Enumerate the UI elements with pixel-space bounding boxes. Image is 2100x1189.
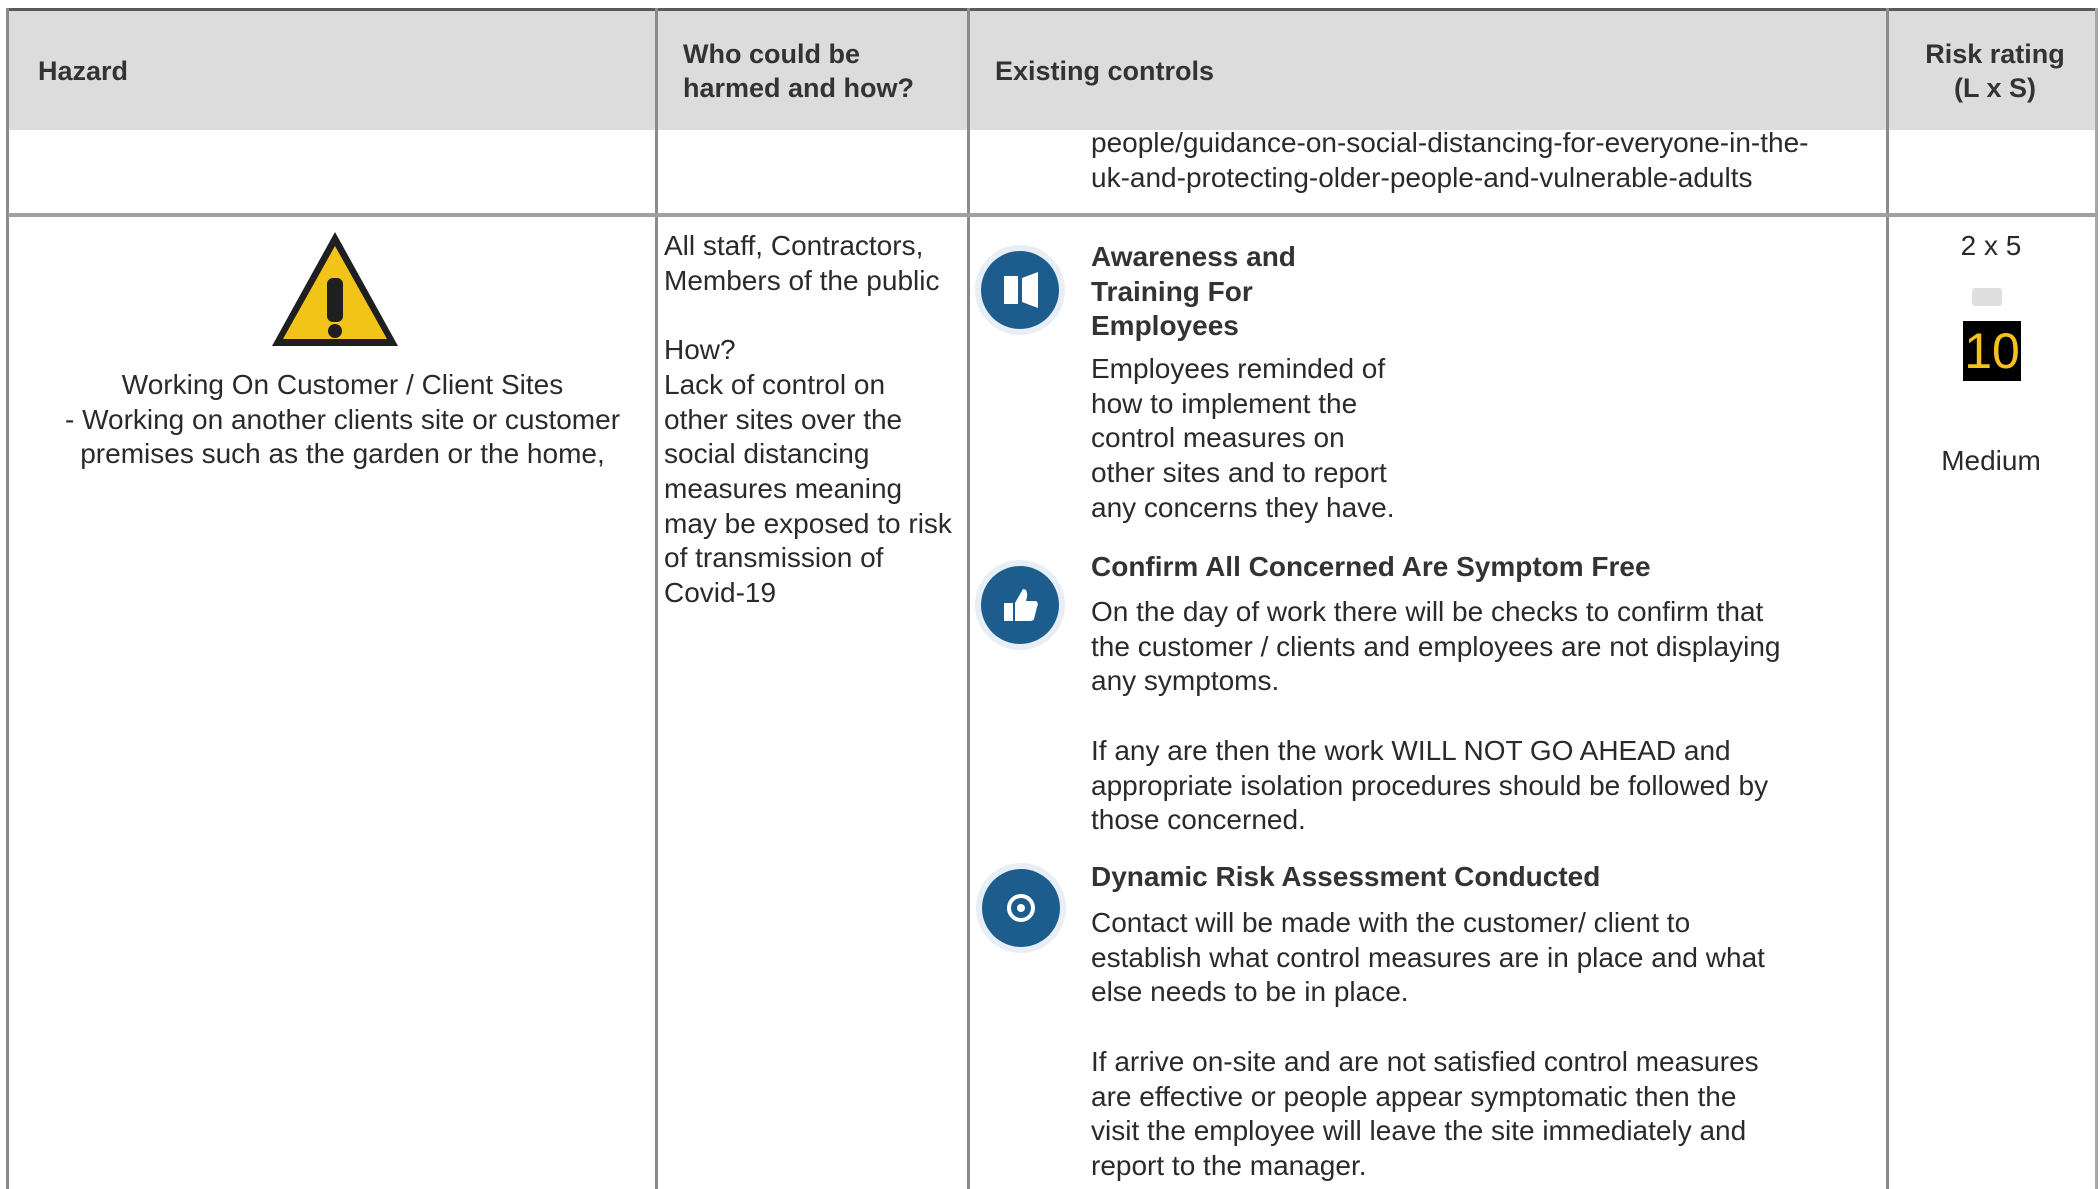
risk-score: 10 (1963, 321, 2021, 381)
hazard-description: Working On Customer / Client Sites - Wor… (64, 369, 621, 470)
assessment-icon (982, 869, 1060, 947)
control-1-title: Awareness and Training For Employees (1091, 241, 1296, 342)
col-divider-2 (967, 8, 970, 1189)
risk-indicator-icon (1972, 288, 2002, 306)
row-divider (8, 213, 2098, 217)
training-icon (981, 251, 1059, 329)
warning-icon (272, 232, 398, 346)
table-header: Hazard Who could be harmed and how? Exis… (8, 8, 2098, 130)
header-hazard: Hazard (38, 55, 129, 86)
control-1-body: Employees reminded of how to implement t… (1091, 353, 1395, 523)
thumbs-up-icon (981, 566, 1059, 644)
header-risk: Risk rating (L x S) (1925, 38, 2065, 103)
col-divider-3 (1886, 8, 1889, 1189)
risk-assessment-page: Hazard Who could be harmed and how? Exis… (0, 0, 2100, 1189)
col-divider-left (6, 8, 9, 1189)
control-3-title: Dynamic Risk Assessment Conducted (1091, 861, 1601, 892)
header-who: Who could be harmed and how? (683, 38, 915, 103)
control-3-body: Contact will be made with the customer/ … (1091, 907, 1765, 1181)
col-divider-right (2095, 8, 2098, 1189)
col-divider-1 (655, 8, 658, 1189)
control-2-body: On the day of work there will be checks … (1091, 596, 1781, 836)
risk-level: Medium (1941, 445, 2041, 476)
control-2-title: Confirm All Concerned Are Symptom Free (1091, 551, 1651, 582)
carryover-controls-text: people/guidance-on-social-distancing-for… (1091, 127, 1809, 193)
risk-lxs: 2 x 5 (1960, 230, 2022, 261)
who-harmed-text: All staff, Contractors, Members of the p… (664, 230, 952, 609)
header-controls: Existing controls (995, 55, 1215, 86)
